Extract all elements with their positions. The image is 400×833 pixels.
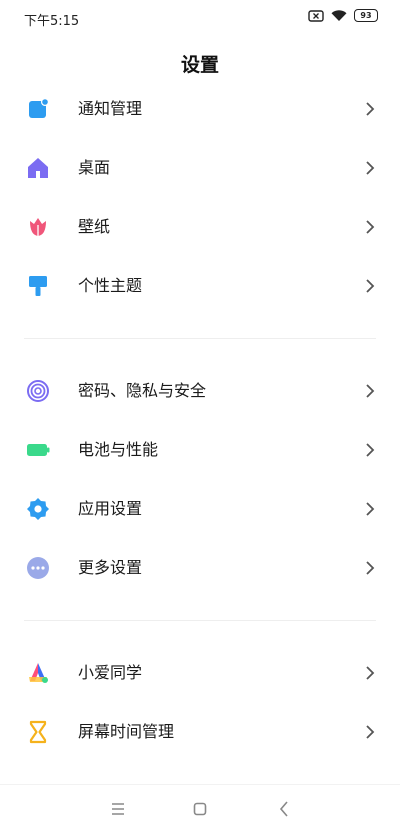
gear-icon (27, 498, 49, 520)
xiaoai-icon (29, 663, 48, 683)
fingerprint-icon (27, 380, 49, 402)
settings-item-notifications[interactable]: 通知管理 (0, 80, 400, 138)
chevron-right-icon (366, 220, 375, 234)
chevron-right-icon (366, 666, 375, 680)
flower-icon (30, 218, 46, 236)
navigation-bar (0, 784, 400, 833)
chevron-right-icon (366, 161, 375, 175)
settings-item-label: 更多设置 (78, 558, 143, 577)
chevron-right-icon (366, 384, 375, 398)
status-bar: 下午5:15 93 (0, 0, 400, 34)
chevron-right-icon (366, 443, 375, 457)
chevron-right-icon (366, 102, 375, 116)
wifi-icon (331, 9, 347, 21)
settings-item-label: 应用设置 (78, 499, 143, 518)
settings-item-screen-time[interactable]: 屏幕时间管理 (0, 703, 400, 761)
status-time: 下午5:15 (24, 14, 80, 29)
settings-item-more[interactable]: 更多设置 (0, 539, 400, 597)
chevron-right-icon (366, 725, 375, 739)
settings-item-battery[interactable]: 电池与性能 (0, 421, 400, 479)
brush-icon (29, 276, 47, 296)
status-icons: 93 (308, 9, 378, 22)
settings-item-label: 屏幕时间管理 (78, 722, 175, 741)
settings-item-label: 壁纸 (78, 217, 111, 236)
settings-item-label: 电池与性能 (78, 440, 159, 459)
section-divider (24, 620, 376, 621)
settings-item-label: 桌面 (78, 158, 111, 177)
sim-off-icon (308, 9, 324, 22)
home-square-icon[interactable] (190, 799, 210, 819)
settings-item-privacy[interactable]: 密码、隐私与安全 (0, 362, 400, 420)
chevron-right-icon (366, 279, 375, 293)
home-icon (28, 158, 48, 178)
hourglass-icon (29, 720, 47, 744)
chevron-right-icon (366, 502, 375, 516)
section-divider (24, 338, 376, 339)
more-icon (27, 557, 49, 579)
settings-item-xiaoai[interactable]: 小爱同学 (0, 644, 400, 702)
back-icon[interactable] (274, 799, 294, 819)
settings-item-desktop[interactable]: 桌面 (0, 139, 400, 197)
settings-item-wallpaper[interactable]: 壁纸 (0, 198, 400, 256)
battery-indicator: 93 (354, 9, 378, 22)
page-title: 设置 (180, 54, 219, 76)
settings-item-label: 密码、隐私与安全 (78, 381, 207, 400)
settings-item-app-settings[interactable]: 应用设置 (0, 480, 400, 538)
settings-item-label: 小爱同学 (78, 663, 143, 682)
settings-item-label: 个性主题 (78, 276, 143, 295)
menu-icon[interactable] (108, 799, 128, 819)
chevron-right-icon (366, 561, 375, 575)
settings-item-themes[interactable]: 个性主题 (0, 257, 400, 315)
battery-icon (27, 444, 50, 456)
settings-item-label: 通知管理 (78, 99, 143, 118)
notification-icon (29, 98, 49, 118)
